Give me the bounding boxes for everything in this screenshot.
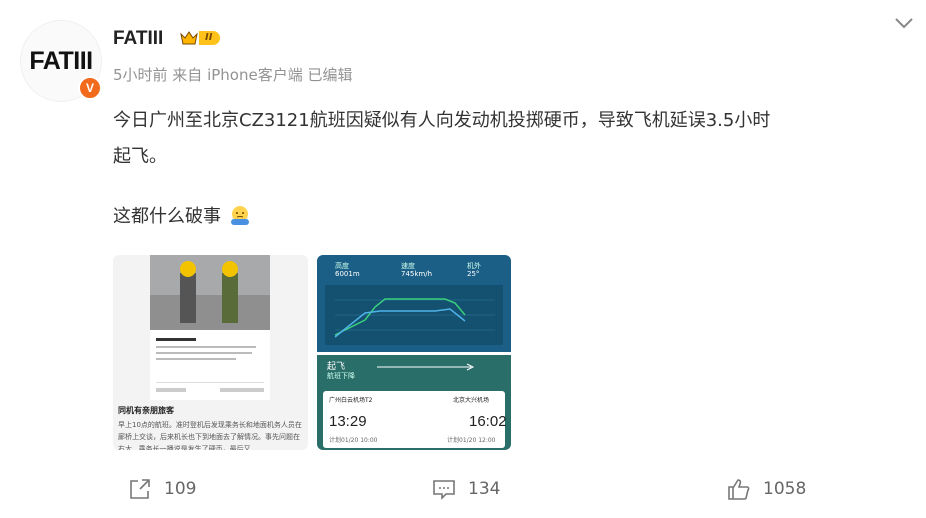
action-bar: 109 134 1058 (0, 478, 926, 512)
vip-level: II (199, 31, 221, 45)
share-icon (130, 479, 150, 499)
comment-button[interactable]: 134 (432, 478, 500, 500)
share-count: 109 (164, 479, 197, 499)
arrival-time: 16:02 (469, 413, 507, 430)
image-body-text: 早上10点的航班。准时登机后发现乘务长和地面机务人员在廊桥上交谈，后来机长也下到… (118, 421, 302, 450)
flight-profile-chart (325, 285, 503, 345)
post-image-2[interactable]: 高度 6001m 速度 745km/h 机外 25° 起飞 航班下降 广州白云机… (317, 255, 511, 450)
from-airport: 广州白云机场T2 (329, 397, 373, 404)
verified-badge-icon: V (78, 76, 102, 100)
thumbs-up-icon (728, 479, 750, 500)
like-count: 1058 (763, 479, 807, 499)
vip-badge[interactable]: II (180, 30, 221, 46)
shrug-emoji-icon (229, 203, 251, 225)
stat-value-3: 25° (467, 270, 480, 278)
chevron-down-icon[interactable] (893, 16, 915, 30)
post-text-line2-wrap: 这都什么破事 (113, 199, 913, 235)
share-button[interactable]: 109 (128, 478, 196, 500)
comment-count: 134 (468, 479, 501, 499)
post-text-line2: 这都什么破事 (113, 206, 221, 227)
comment-icon (433, 480, 455, 500)
flight-chart-panel: 高度 6001m 速度 745km/h 机外 25° (317, 255, 511, 352)
stat-value-2: 745km/h (401, 270, 433, 278)
arrow-right-icon (377, 363, 475, 371)
post-text-line1: 今日广州至北京CZ3121航班因疑似有人向发动机投掷硬币，导致飞机延误3.5小时 (113, 110, 771, 131)
departure-date: 计划01/20 10:00 (329, 437, 378, 444)
post-text-line1b: 起飞。 (113, 146, 167, 167)
arrival-date: 计划01/20 12:00 (447, 437, 496, 444)
to-airport: 北京大兴机场 (453, 397, 490, 404)
flight-ticket: 广州白云机场T2 北京大兴机场 13:29 16:02 计划01/20 10:0… (323, 391, 507, 448)
flight-status-sub: 航班下降 (327, 372, 355, 380)
avatar-text: FATIII (29, 46, 93, 75)
stat-value-1: 6001m (335, 270, 360, 278)
image-section-title: 同机有亲朋旅客 (118, 406, 174, 415)
crown-icon (180, 31, 198, 45)
departure-time: 13:29 (329, 413, 367, 430)
image-card (150, 330, 270, 400)
author-name[interactable]: FATIII (113, 28, 163, 50)
post-content: 今日广州至北京CZ3121航班因疑似有人向发动机投掷硬币，导致飞机延误3.5小时… (113, 103, 913, 235)
like-button[interactable]: 1058 (727, 478, 806, 500)
post-image-1[interactable]: 同机有亲朋旅客 早上10点的航班。准时登机后发现乘务长和地面机务人员在廊桥上交谈… (113, 255, 308, 450)
post-meta: 5小时前 来自 iPhone客户端 已编辑 (113, 66, 353, 84)
image-photo (150, 255, 270, 330)
